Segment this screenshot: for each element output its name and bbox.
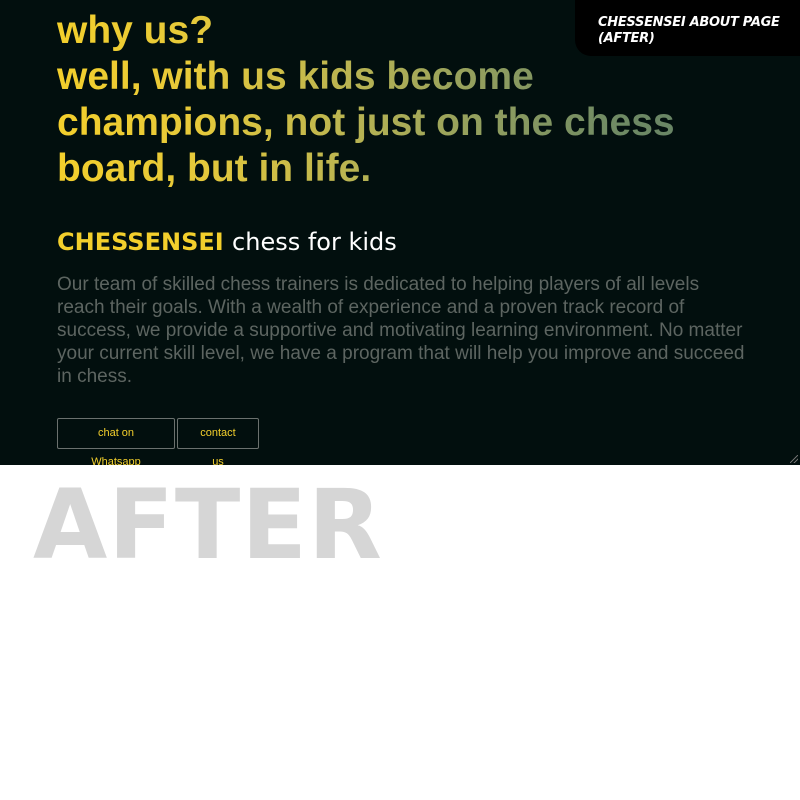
after-watermark: AFTER [33, 469, 383, 581]
about-paragraph: Our team of skilled chess trainers is de… [57, 274, 745, 387]
about-page-screenshot: why us? well, with us kids become champi… [0, 0, 800, 465]
headline-line-2: well, with us kids become [57, 55, 534, 98]
section-subtitle: CHESSENSEI chess for kids [57, 226, 397, 258]
corner-label: CHESSENSEI ABOUT PAGE (AFTER) [575, 0, 800, 56]
subtitle-text: chess for kids [232, 228, 397, 256]
brand-name: CHESSENSEI [57, 228, 224, 256]
cta-buttons: chat on Whatsapp contact us [57, 418, 259, 465]
headline-line-4: board, but in life. [57, 147, 372, 190]
contact-us-button[interactable]: contact us [177, 418, 259, 465]
resize-grip-icon[interactable] [790, 455, 798, 463]
whatsapp-chat-button[interactable]: chat on Whatsapp [57, 418, 175, 465]
headline-line-3: champions, not just on the chess [57, 101, 675, 144]
